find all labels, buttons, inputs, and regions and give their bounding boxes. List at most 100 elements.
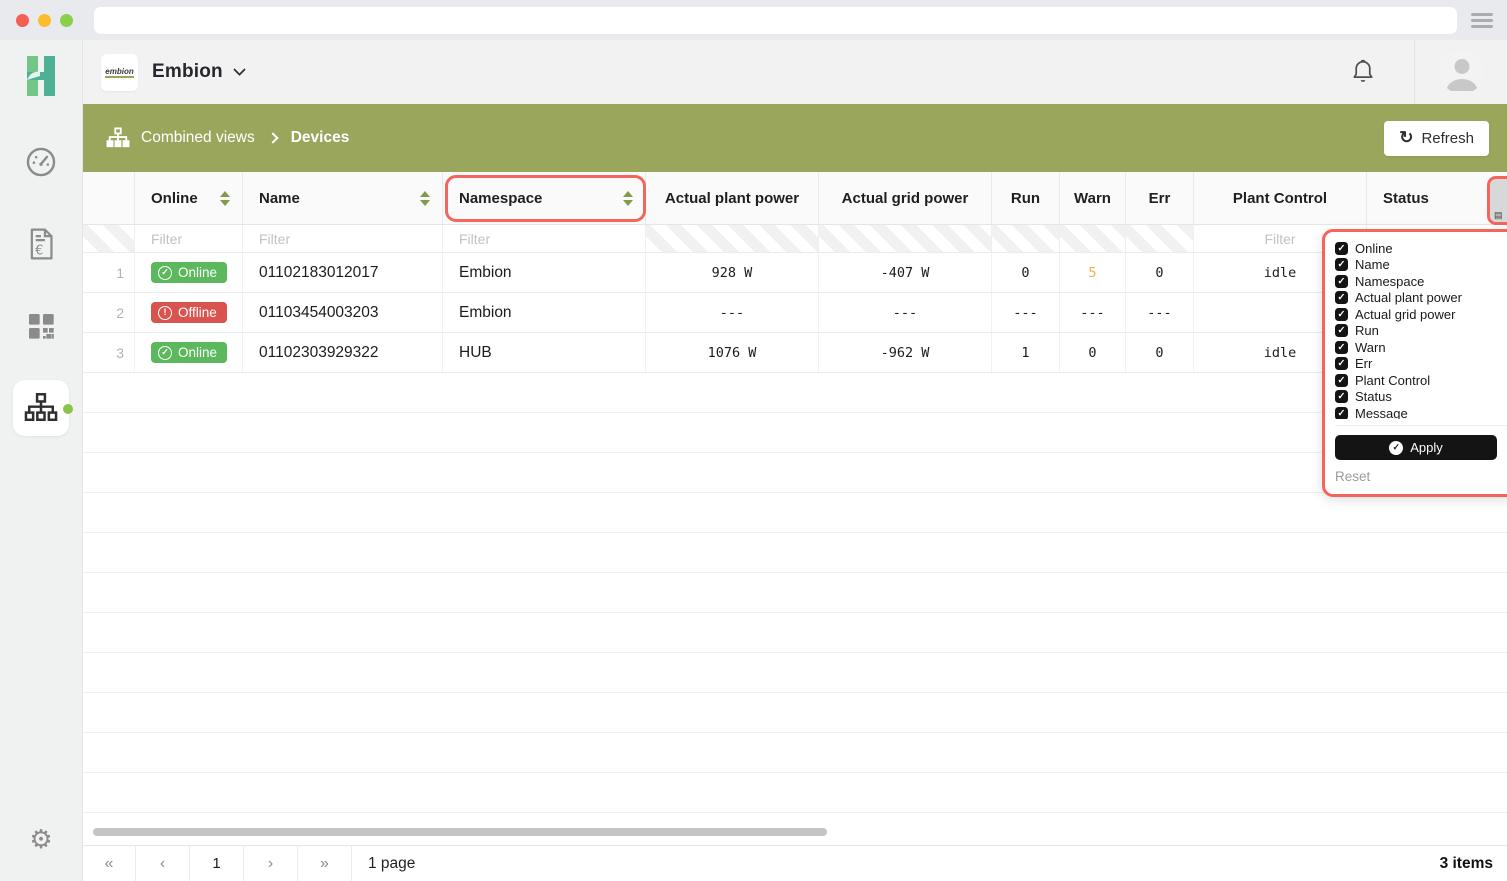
column-menu-option-warn[interactable]: ✓ Warn bbox=[1335, 339, 1507, 356]
window-zoom-button[interactable] bbox=[60, 14, 73, 27]
option-label: Namespace bbox=[1355, 274, 1424, 289]
filter-input-namespace[interactable] bbox=[443, 231, 645, 247]
page-count-label: 1 page bbox=[352, 846, 415, 881]
refresh-button[interactable]: ↻ Refresh bbox=[1384, 121, 1489, 156]
notifications-button[interactable] bbox=[1312, 58, 1414, 86]
window-close-button[interactable] bbox=[16, 14, 29, 27]
column-header-err[interactable]: Err bbox=[1126, 172, 1194, 224]
sort-icon[interactable] bbox=[623, 191, 633, 206]
window-minimize-button[interactable] bbox=[38, 14, 51, 27]
column-label: Run bbox=[1011, 190, 1040, 207]
user-avatar[interactable] bbox=[1440, 50, 1484, 94]
column-header-actual-plant-power[interactable]: Actual plant power bbox=[646, 172, 819, 224]
table-filter-row bbox=[83, 225, 1507, 253]
column-menu-option-actual-grid-power[interactable]: ✓Actual grid power bbox=[1335, 306, 1507, 323]
horizontal-scrollbar[interactable] bbox=[93, 828, 827, 836]
filter-input-online[interactable] bbox=[135, 231, 242, 247]
divider bbox=[1414, 40, 1415, 104]
option-label: Online bbox=[1355, 241, 1393, 256]
cell-row-number: 2 bbox=[83, 293, 135, 332]
column-header-warn[interactable]: Warn bbox=[1060, 172, 1126, 224]
cell-online: ✓ Online bbox=[135, 333, 243, 372]
sidebar-item-billing[interactable]: € bbox=[13, 216, 69, 272]
refresh-label: Refresh bbox=[1421, 130, 1474, 147]
filter-cell-disabled bbox=[1126, 225, 1194, 252]
breadcrumb-separator-icon bbox=[267, 132, 278, 143]
current-page-button[interactable]: 1 bbox=[190, 846, 244, 881]
table-row[interactable]: 1 ✓ Online 01102183012017 Embion 928 W -… bbox=[83, 253, 1507, 293]
exclamation-circle-icon: ! bbox=[158, 306, 172, 320]
first-page-button[interactable]: « bbox=[83, 846, 136, 881]
cell-err: 0 bbox=[1126, 253, 1194, 292]
column-header-namespace[interactable]: Namespace bbox=[443, 172, 646, 224]
sort-icon[interactable] bbox=[220, 191, 230, 206]
column-header-actual-grid-power[interactable]: Actual grid power bbox=[819, 172, 992, 224]
column-menu-option-namespace[interactable]: ✓Namespace bbox=[1335, 273, 1507, 290]
column-menu-option-status[interactable]: ✓Status bbox=[1335, 389, 1507, 406]
column-menu-option-message[interactable]: ✓Message bbox=[1335, 405, 1507, 419]
filter-cell-disabled bbox=[646, 225, 819, 252]
next-page-button[interactable]: › bbox=[244, 846, 298, 881]
column-menu-option-online[interactable]: ✓ Online bbox=[1335, 240, 1507, 257]
column-label: Actual grid power bbox=[842, 190, 969, 207]
sort-icon[interactable] bbox=[420, 191, 430, 206]
column-menu-option-actual-plant-power[interactable]: ✓Actual plant power bbox=[1335, 290, 1507, 307]
check-circle-icon: ✓ bbox=[158, 266, 172, 280]
checkbox-checked-icon: ✓ bbox=[1335, 324, 1348, 337]
main-content: embion Embion bbox=[83, 40, 1507, 881]
column-header-name[interactable]: Name bbox=[243, 172, 443, 224]
last-page-button[interactable]: » bbox=[298, 846, 352, 881]
filter-input-name[interactable] bbox=[243, 231, 442, 247]
cell-warn: 5 bbox=[1060, 253, 1126, 292]
org-switcher[interactable]: Embion bbox=[152, 61, 244, 83]
column-header-index bbox=[83, 172, 135, 224]
sidebar-item-settings[interactable]: ⚙ bbox=[13, 811, 69, 867]
offline-badge: ! Offline bbox=[151, 302, 227, 323]
sidebar-item-dashboard[interactable] bbox=[13, 134, 69, 190]
column-header-plant-control[interactable]: Plant Control bbox=[1194, 172, 1367, 224]
prev-page-button[interactable]: ‹ bbox=[136, 846, 190, 881]
column-chooser-button[interactable]: ▤ bbox=[1487, 176, 1507, 225]
browser-menu-icon[interactable] bbox=[1471, 13, 1493, 28]
avatar-icon bbox=[1440, 50, 1484, 94]
checkbox-checked-icon: ✓ bbox=[1335, 341, 1348, 354]
cell-warn: --- bbox=[1060, 293, 1126, 332]
org-logo-text: embion bbox=[105, 67, 133, 78]
column-menu-option-err[interactable]: ✓Err bbox=[1335, 356, 1507, 373]
checkbox-checked-icon: ✓ bbox=[1335, 357, 1348, 370]
checkbox-checked-icon: ✓ bbox=[1335, 407, 1348, 419]
column-menu-option-name[interactable]: ✓Name bbox=[1335, 257, 1507, 274]
cell-actual-grid-power: --- bbox=[819, 293, 992, 332]
column-header-run[interactable]: Run bbox=[992, 172, 1060, 224]
org-title: Embion bbox=[152, 61, 223, 83]
breadcrumb-root[interactable]: Combined views bbox=[141, 129, 255, 147]
cell-warn: 0 bbox=[1060, 333, 1126, 372]
reset-link[interactable]: Reset bbox=[1335, 469, 1507, 484]
option-label: Warn bbox=[1355, 340, 1386, 355]
cell-actual-plant-power: 1076 W bbox=[646, 333, 819, 372]
apply-button[interactable]: ✓ Apply bbox=[1335, 435, 1497, 460]
checkbox-checked-icon: ✓ bbox=[1335, 242, 1348, 255]
gauge-icon bbox=[24, 145, 58, 179]
column-header-online[interactable]: Online bbox=[135, 172, 243, 224]
browser-address-bar[interactable] bbox=[94, 7, 1457, 34]
org-logo: embion bbox=[101, 54, 138, 91]
column-header-status[interactable]: Status bbox=[1367, 172, 1507, 224]
cell-namespace: Embion bbox=[443, 293, 646, 332]
column-label: Name bbox=[259, 190, 300, 207]
refresh-icon: ↻ bbox=[1399, 128, 1413, 148]
table-row[interactable]: 2 ! Offline 01103454003203 Embion --- --… bbox=[83, 293, 1507, 333]
cell-run: 0 bbox=[992, 253, 1060, 292]
table-row[interactable]: 3 ✓ Online 01102303929322 HUB 1076 W -96… bbox=[83, 333, 1507, 373]
sidebar-item-device-hierarchy[interactable] bbox=[13, 380, 69, 436]
filter-cell-disabled bbox=[992, 225, 1060, 252]
app-logo[interactable] bbox=[17, 50, 65, 102]
checkbox-checked-icon: ✓ bbox=[1335, 374, 1348, 387]
column-menu-option-run[interactable]: ✓Run bbox=[1335, 323, 1507, 340]
filter-cell-disabled bbox=[819, 225, 992, 252]
checkbox-checked-icon: ✓ bbox=[1335, 308, 1348, 321]
online-badge: ✓ Online bbox=[151, 262, 227, 283]
sidebar-item-codes[interactable] bbox=[13, 298, 69, 354]
checkbox-checked-icon: ✓ bbox=[1335, 390, 1348, 403]
column-menu-option-plant-control[interactable]: ✓Plant Control bbox=[1335, 372, 1507, 389]
